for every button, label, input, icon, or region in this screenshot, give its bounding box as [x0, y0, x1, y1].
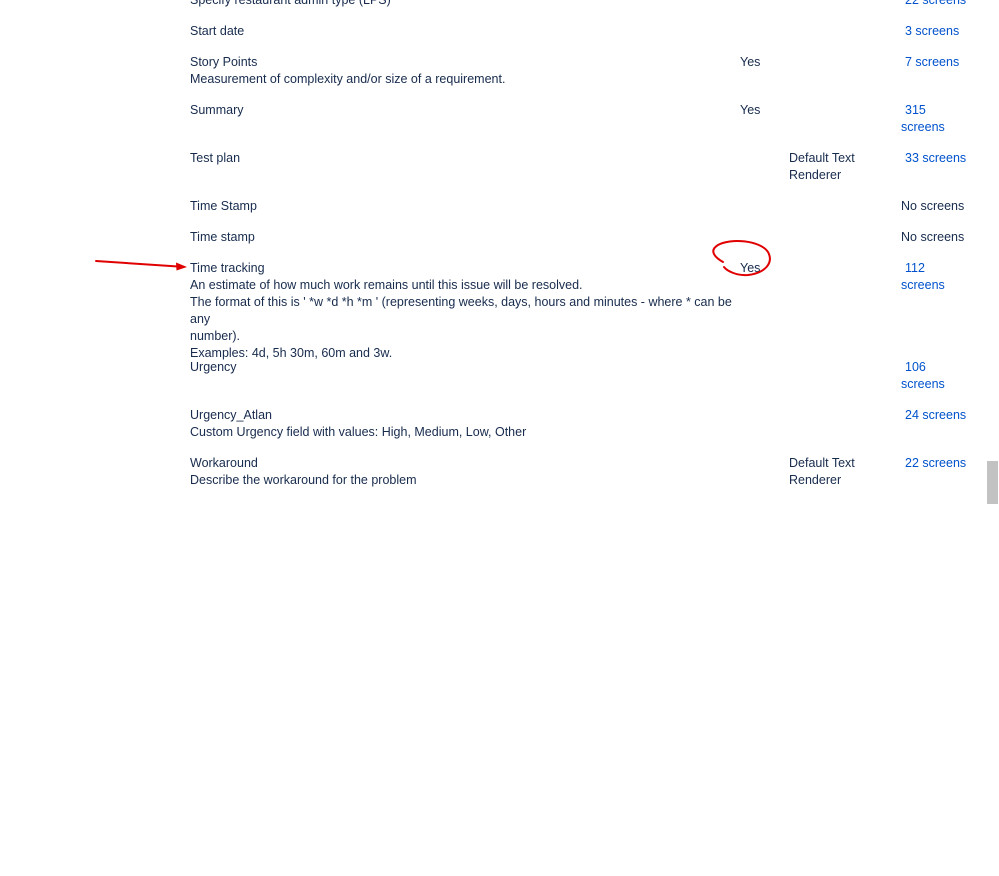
field-description: Describe the workaround for the problem	[190, 473, 417, 487]
field-renderer: Renderer	[789, 473, 842, 487]
field-name: Specify restaurant admin type (LPS)	[190, 0, 391, 7]
field-required: Yes	[740, 103, 761, 117]
field-row: Time tracking An estimate of how much wor…	[0, 260, 985, 362]
field-screens-link[interactable]: 315 screens	[901, 102, 969, 136]
field-screens-link[interactable]: 22 screens	[901, 0, 969, 9]
field-screens: No screens	[901, 229, 969, 246]
field-name: Story Points	[190, 55, 258, 69]
field-renderer-cell: Default Text Renderer	[789, 150, 879, 184]
field-description: Custom Urgency field with values: High, …	[190, 425, 527, 439]
field-row: [CHART] Date of First Response No screens	[0, 503, 985, 504]
field-screens-text[interactable]: 7 screens	[901, 54, 969, 71]
field-row: Specify restaurant admin type (LPS) 22 sc…	[0, 0, 985, 23]
field-required: Yes	[740, 55, 761, 69]
field-screens-text[interactable]: 3 screens	[901, 23, 969, 40]
field-screens-text[interactable]: screens	[901, 376, 969, 393]
field-screens-text[interactable]: 24 screens	[901, 407, 969, 424]
field-screens: No screens	[901, 198, 969, 215]
field-name: [CHART] Date of First Response	[190, 503, 735, 504]
field-name: Time stamp	[190, 230, 255, 244]
field-screens-text: No screens	[901, 199, 965, 213]
field-row: Time Stamp No screens	[0, 198, 985, 229]
field-renderer-cell: Default Text Renderer	[789, 455, 879, 489]
field-screens-link[interactable]: 24 screens	[901, 407, 969, 424]
field-name-cell: Story Points Measurement of complexity an…	[190, 54, 735, 88]
custom-fields-viewport: Specify restaurant admin type (LPS) 22 sc…	[0, 0, 999, 504]
field-screens-text[interactable]: 22 screens	[901, 455, 969, 472]
field-name: Test plan	[190, 151, 241, 165]
field-name-cell: Test plan	[190, 150, 735, 167]
field-name-cell: Specify restaurant admin type (LPS)	[190, 0, 735, 9]
field-name: Summary	[190, 103, 244, 117]
field-name-cell: Time tracking An estimate of how much wor…	[190, 260, 735, 362]
field-row: Workaround Describe the workaround for th…	[0, 455, 985, 503]
field-description: An estimate of how much work remains unt…	[190, 278, 583, 292]
field-name: Start date	[190, 24, 245, 38]
field-name: Time tracking	[190, 261, 265, 275]
field-screens-link[interactable]: 3 screens	[901, 23, 969, 40]
field-screens: No screens	[901, 503, 969, 504]
field-name-cell: Urgency	[190, 359, 735, 376]
field-screens-link[interactable]: 112 screens	[901, 260, 969, 294]
field-name: Time Stamp	[190, 199, 257, 213]
scrollbar-thumb[interactable]	[987, 461, 998, 504]
field-name-cell: Workaround Describe the workaround for th…	[190, 455, 735, 489]
field-screens-text[interactable]: 315	[901, 102, 969, 119]
field-row: Urgency_Atlan Custom Urgency field with v…	[0, 407, 985, 455]
vertical-scrollbar[interactable]	[986, 0, 999, 504]
field-name-cell: [CHART] Date of First Response	[190, 503, 735, 504]
field-screens-text: No screens	[901, 230, 965, 244]
field-screens-link[interactable]: 106 screens	[901, 359, 969, 393]
field-screens-text[interactable]: 33 screens	[901, 150, 969, 167]
field-required: Yes	[740, 261, 761, 275]
field-name-cell: Time stamp	[190, 229, 735, 246]
field-description: The format of this is ' *w *d *h *m ' (r…	[190, 295, 732, 326]
field-description: Measurement of complexity and/or size of…	[190, 72, 506, 86]
field-screens-link[interactable]: 7 screens	[901, 54, 969, 71]
field-renderer: Default Text	[789, 151, 855, 165]
field-description: number).	[190, 329, 241, 343]
field-name-cell: Start date	[190, 23, 735, 40]
field-renderer: Default Text	[789, 456, 855, 470]
field-screens-text[interactable]: 112	[901, 260, 969, 277]
field-screens-text[interactable]: screens	[901, 119, 969, 136]
field-row: Test plan Default Text Renderer 33 screens	[0, 150, 985, 198]
field-row: Urgency 106 screens	[0, 359, 985, 407]
field-screens-text[interactable]: screens	[901, 277, 969, 294]
field-name-cell: Time Stamp	[190, 198, 735, 215]
field-name: Urgency_Atlan	[190, 408, 272, 422]
field-row: Time stamp No screens	[0, 229, 985, 260]
field-renderer: Renderer	[789, 168, 842, 182]
field-name: Urgency	[190, 360, 237, 374]
field-screens-link[interactable]: 33 screens	[901, 150, 969, 167]
field-screens-text[interactable]: 106	[901, 359, 969, 376]
field-screens-link[interactable]: 22 screens	[901, 455, 969, 472]
custom-fields-table: Specify restaurant admin type (LPS) 22 sc…	[0, 0, 985, 504]
field-row: Summary Yes 315 screens	[0, 102, 985, 150]
field-row: Start date 3 screens	[0, 23, 985, 54]
field-screens-text[interactable]: 22 screens	[901, 0, 969, 9]
field-screens-text: No screens	[901, 503, 969, 504]
field-name: Workaround	[190, 456, 258, 470]
field-row: Story Points Measurement of complexity an…	[0, 54, 985, 102]
field-name-cell: Summary	[190, 102, 735, 119]
field-name-cell: Urgency_Atlan Custom Urgency field with v…	[190, 407, 735, 441]
